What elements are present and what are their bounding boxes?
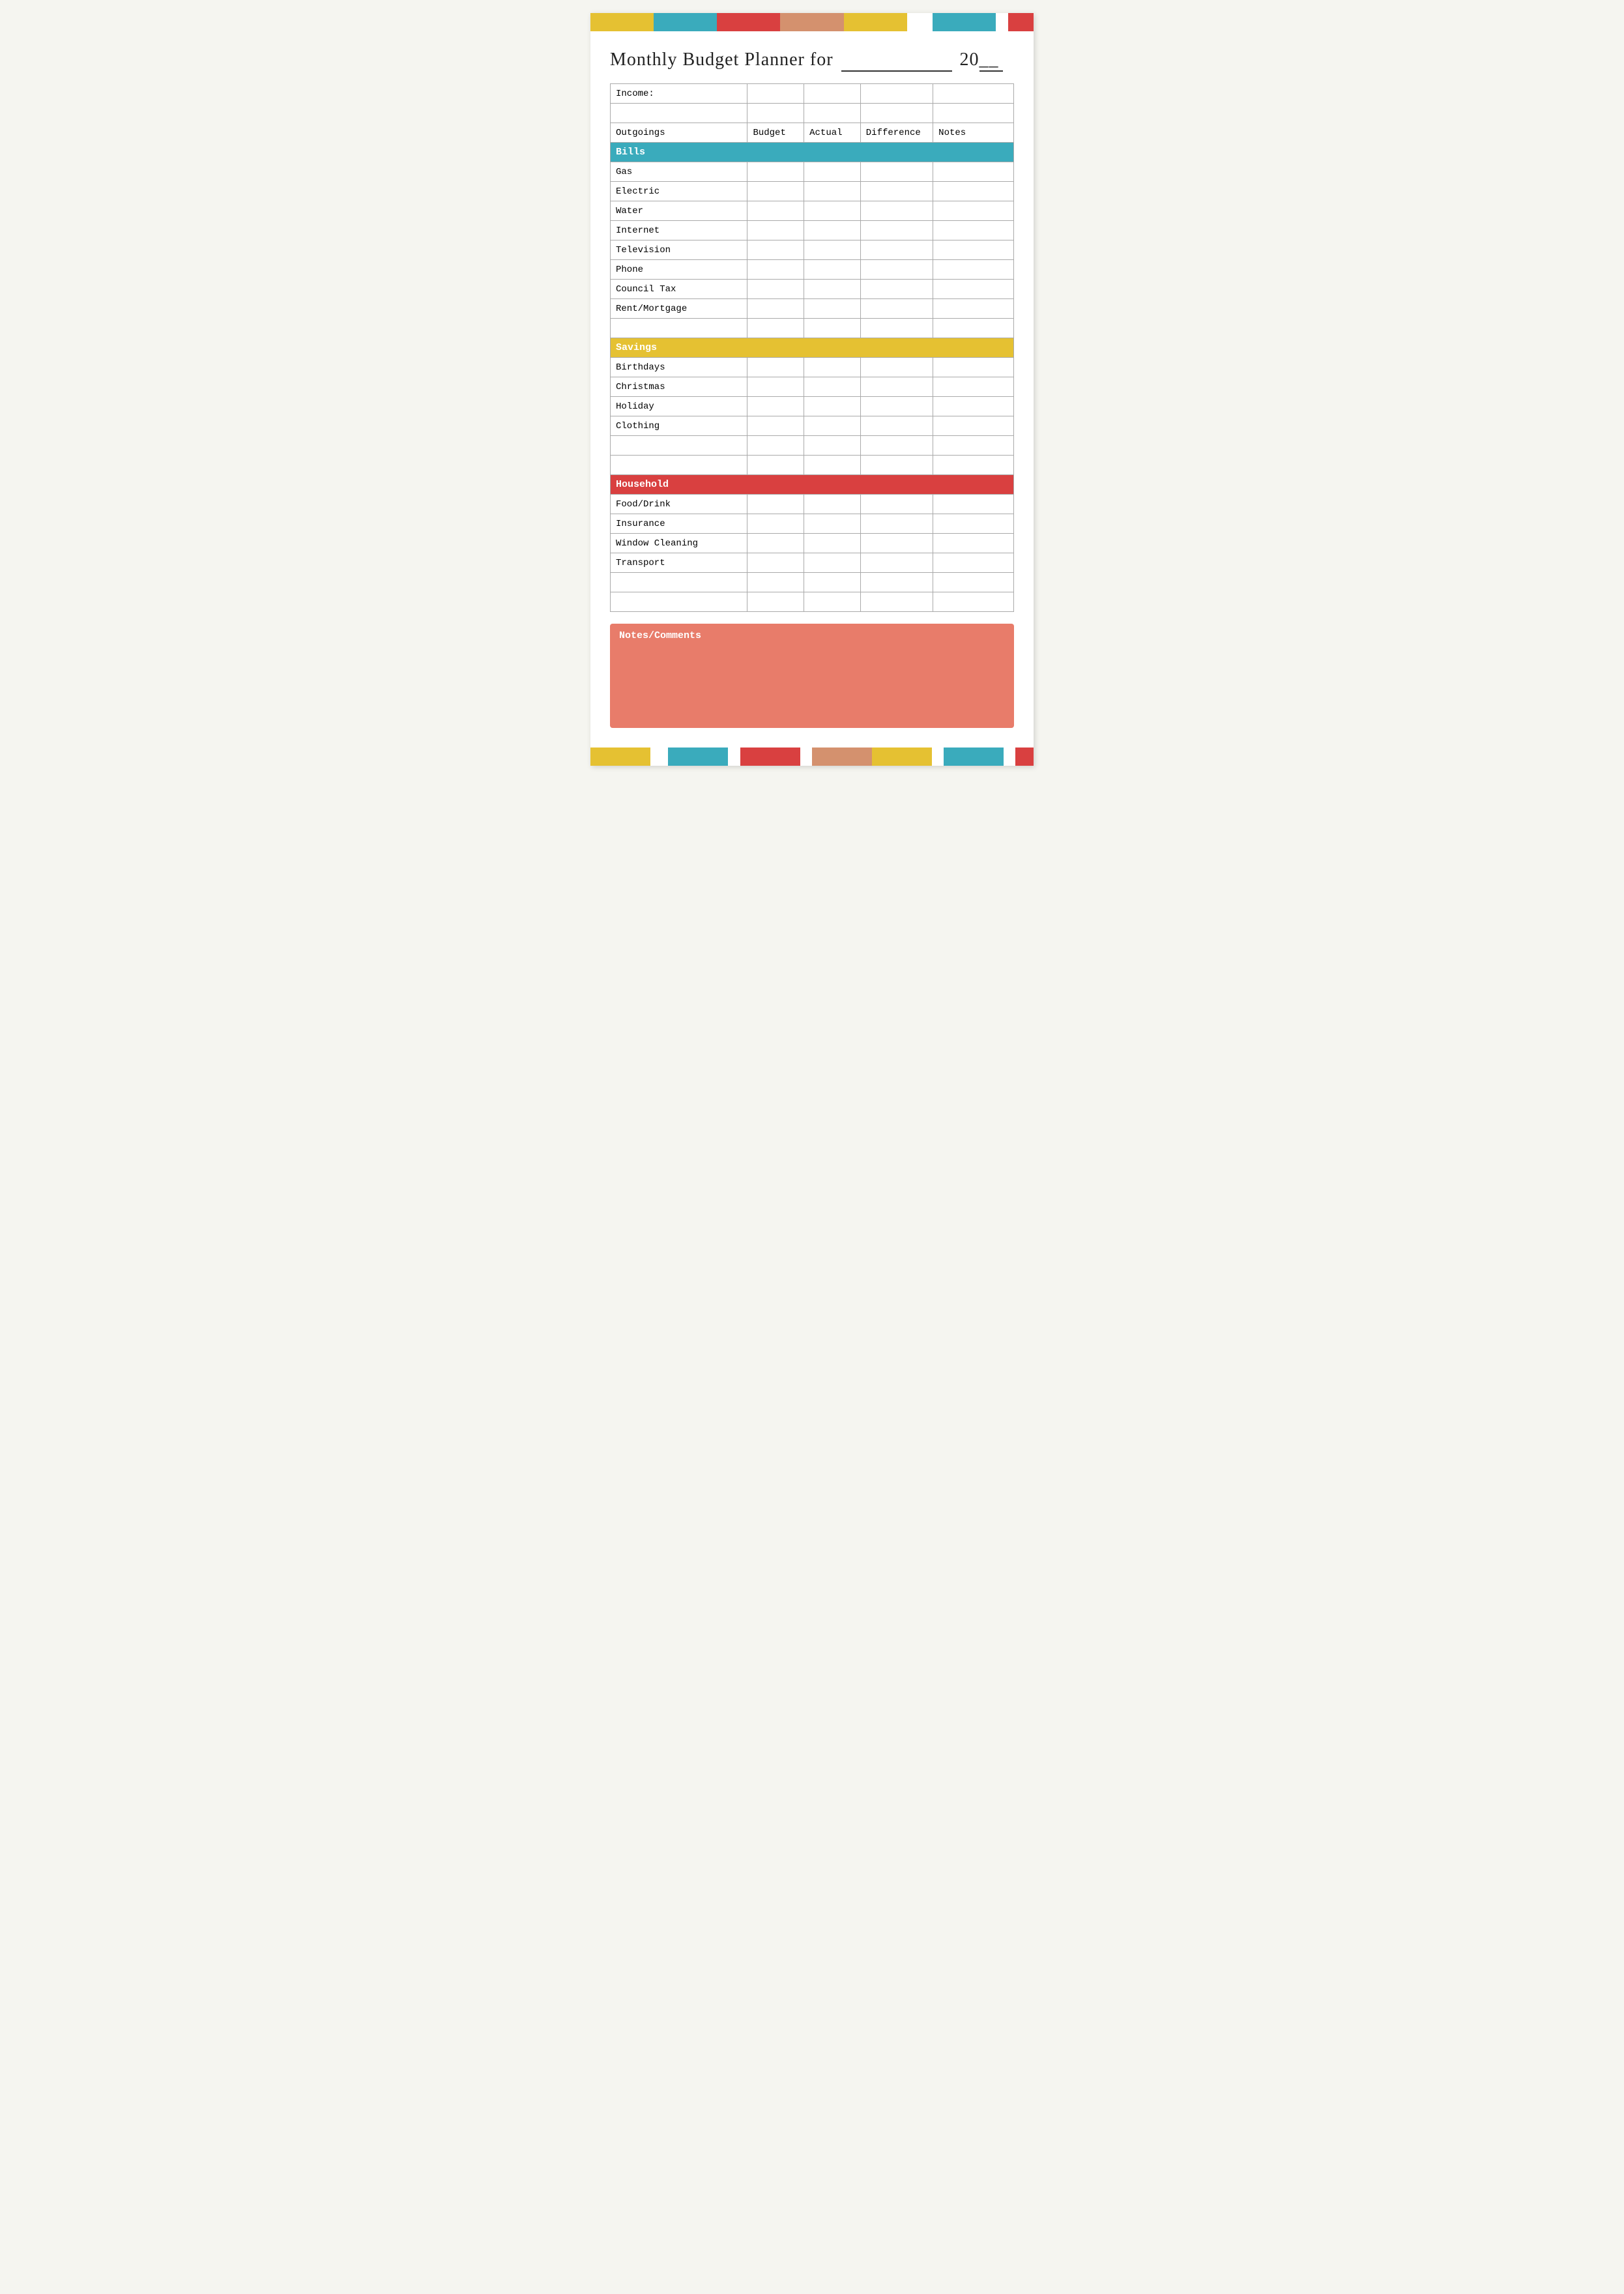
title-underscore (841, 50, 952, 72)
household-header-row: Household (611, 475, 1014, 495)
table-row (611, 319, 1014, 338)
spacer-row-1 (611, 104, 1014, 123)
page-title: Monthly Budget Planner for 20__ (610, 50, 1003, 70)
row-label: Food/Drink (611, 495, 747, 514)
table-row: Clothing (611, 416, 1014, 436)
col-notes: Notes (933, 123, 1014, 143)
notes-comments-box: Notes/Comments (610, 624, 1014, 728)
table-row: Phone (611, 260, 1014, 280)
table-row (611, 592, 1014, 612)
bar-gap-2 (996, 13, 1008, 31)
row-label: Electric (611, 182, 747, 201)
col-actual: Actual (804, 123, 861, 143)
col-outgoings: Outgoings (611, 123, 747, 143)
column-header-row: Outgoings Budget Actual Difference Notes (611, 123, 1014, 143)
row-label: Council Tax (611, 280, 747, 299)
row-label: Rent/Mortgage (611, 299, 747, 319)
bot-gap-5 (1004, 748, 1015, 766)
income-label: Income: (611, 84, 747, 104)
row-label: Internet (611, 221, 747, 240)
title-year-prefix: 20 (960, 50, 979, 70)
table-row: Internet (611, 221, 1014, 240)
budget-table: Income: Outgoings Budget Actual Differen… (610, 83, 1014, 612)
bot-teal-2 (944, 748, 1004, 766)
bar-salmon-1 (780, 13, 843, 31)
row-label: Television (611, 240, 747, 260)
table-row: Transport (611, 553, 1014, 573)
income-actual-cell (804, 84, 861, 104)
bot-red-1 (740, 748, 800, 766)
bot-teal-1 (668, 748, 728, 766)
bot-red-2 (1015, 748, 1034, 766)
household-label: Household (611, 475, 1014, 495)
table-row (611, 436, 1014, 456)
bar-gap-1 (907, 13, 933, 31)
table-row: Council Tax (611, 280, 1014, 299)
bot-salmon-1 (812, 748, 872, 766)
bottom-color-bar (590, 748, 1034, 766)
table-row (611, 573, 1014, 592)
title-area: Monthly Budget Planner for 20__ (590, 31, 1034, 83)
savings-label: Savings (611, 338, 1014, 358)
row-label: Window Cleaning (611, 534, 747, 553)
bot-yellow-2 (872, 748, 932, 766)
table-row: Rent/Mortgage (611, 299, 1014, 319)
bar-red-1 (717, 13, 780, 31)
bot-gap-2 (728, 748, 740, 766)
table-row (611, 456, 1014, 475)
table-row: Christmas (611, 377, 1014, 397)
page: Monthly Budget Planner for 20__ Income: … (590, 13, 1034, 766)
row-label: Christmas (611, 377, 747, 397)
income-diff-cell (860, 84, 933, 104)
table-row: Electric (611, 182, 1014, 201)
bills-header-row: Bills (611, 143, 1014, 162)
bar-yellow-1 (590, 13, 654, 31)
row-label: Transport (611, 553, 747, 573)
table-row: Food/Drink (611, 495, 1014, 514)
table-row: Television (611, 240, 1014, 260)
col-diff: Difference (860, 123, 933, 143)
bottom-bar-wrap (590, 748, 1034, 766)
bot-gap-4 (932, 748, 944, 766)
title-year-suffix: __ (979, 50, 1003, 72)
title-prefix: Monthly Budget Planner for (610, 50, 834, 70)
table-row: Birthdays (611, 358, 1014, 377)
bar-teal-2 (933, 13, 996, 31)
bills-label: Bills (611, 143, 1014, 162)
table-row: Holiday (611, 397, 1014, 416)
top-color-bar (590, 13, 1034, 31)
notes-label: Notes/Comments (619, 630, 1005, 641)
bot-gap-1 (650, 748, 669, 766)
bar-red-2 (1008, 13, 1034, 31)
bar-yellow-2 (844, 13, 907, 31)
table-row: Water (611, 201, 1014, 221)
row-label: Birthdays (611, 358, 747, 377)
table-row: Gas (611, 162, 1014, 182)
row-label: Holiday (611, 397, 747, 416)
income-budget-cell (747, 84, 804, 104)
bot-gap-3 (800, 748, 812, 766)
bot-yellow-1 (590, 748, 650, 766)
table-row: Window Cleaning (611, 534, 1014, 553)
table-row: Insurance (611, 514, 1014, 534)
savings-header-row: Savings (611, 338, 1014, 358)
income-notes-cell (933, 84, 1014, 104)
row-label: Clothing (611, 416, 747, 436)
col-budget: Budget (747, 123, 804, 143)
row-label: Gas (611, 162, 747, 182)
row-label: Phone (611, 260, 747, 280)
row-label: Insurance (611, 514, 747, 534)
income-row: Income: (611, 84, 1014, 104)
row-label: Water (611, 201, 747, 221)
bar-teal-1 (654, 13, 717, 31)
